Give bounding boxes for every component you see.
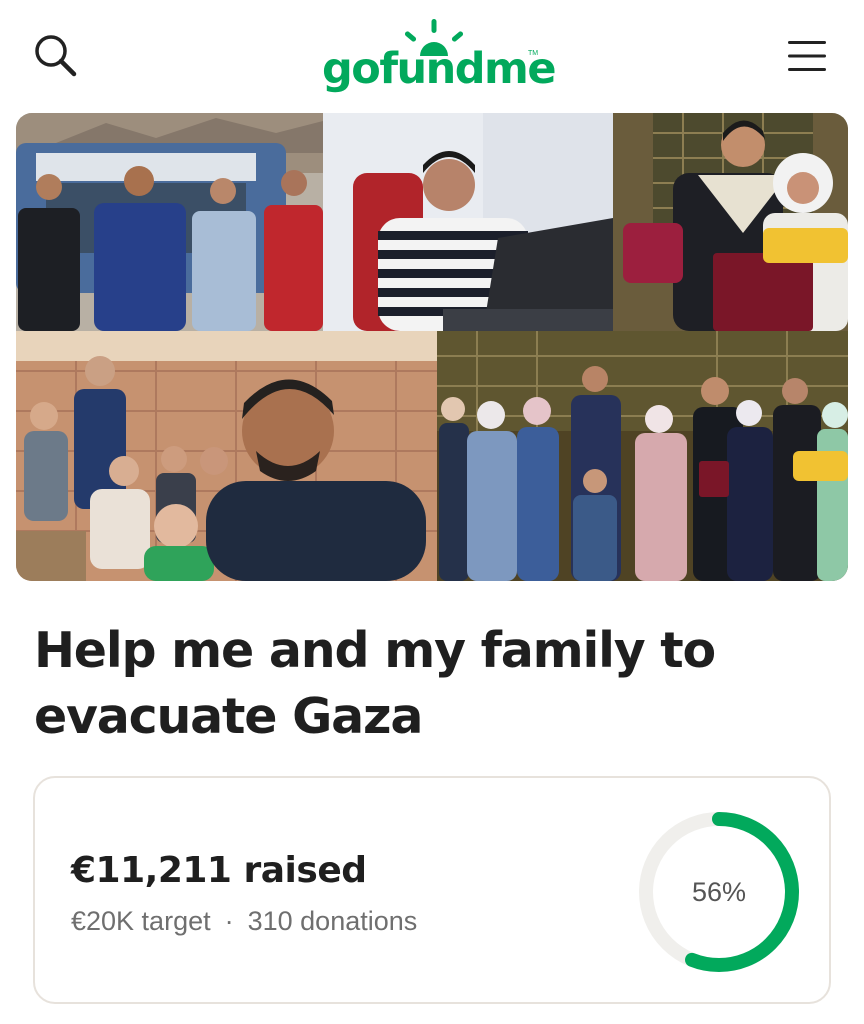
top-bar: gofundme TM (0, 0, 864, 110)
campaign-photo (437, 331, 848, 581)
separator-dot: · (224, 906, 234, 936)
search-icon[interactable] (30, 30, 82, 82)
campaign-photo (16, 331, 437, 581)
progress-percent: 56% (691, 876, 747, 907)
logo-wordmark: gofundme (322, 44, 557, 94)
campaign-photo (613, 113, 848, 331)
gofundme-logo[interactable]: gofundme TM (322, 16, 557, 98)
campaign-photo-collage[interactable] (16, 113, 848, 581)
donation-count[interactable]: 310 donations (248, 906, 418, 936)
target-amount: €20K target (71, 906, 211, 936)
donation-progress-card[interactable]: €11,211 raised €20K target · 310 donations… (33, 776, 831, 1004)
amount-raised: €11,211 raised (71, 850, 367, 891)
campaign-stats: €20K target · 310 donations (71, 906, 417, 937)
campaign-photo (323, 113, 613, 331)
campaign-photo (16, 113, 323, 331)
hamburger-menu-icon[interactable] (782, 34, 832, 78)
trademark-mark: TM (528, 50, 539, 57)
campaign-title: Help me and my family to evacuate Gaza (34, 622, 716, 745)
